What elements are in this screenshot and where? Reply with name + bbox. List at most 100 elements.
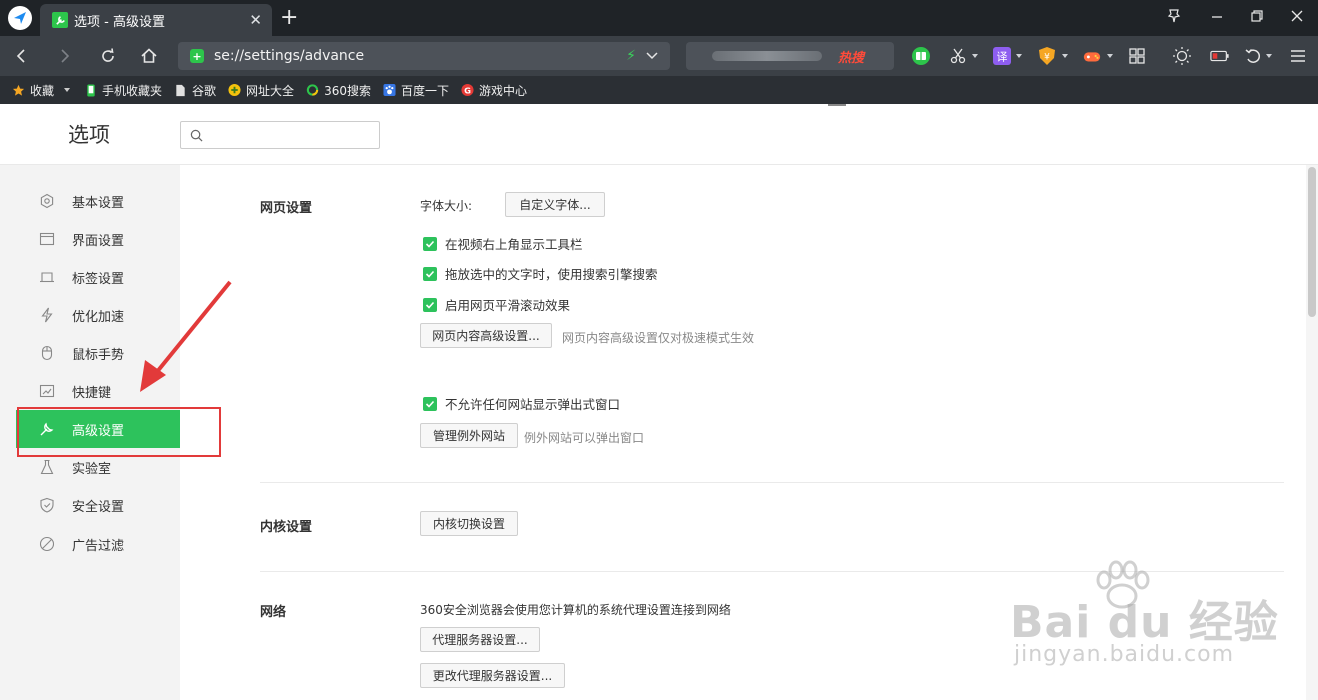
bookmark-game-center[interactable]: G 游戏中心 bbox=[461, 82, 527, 99]
chevron-down-icon[interactable] bbox=[646, 49, 658, 64]
active-tab[interactable]: 选项 - 高级设置 ✕ bbox=[40, 4, 272, 36]
tab-close-icon[interactable]: ✕ bbox=[249, 12, 262, 28]
bookmark-favorites[interactable]: 收藏 bbox=[12, 82, 71, 99]
watermark-url: jingyan.baidu.com bbox=[1014, 642, 1235, 667]
change-proxy-settings-button[interactable]: 更改代理服务器设置... bbox=[420, 663, 565, 688]
bookmark-hao360[interactable]: 网址大全 bbox=[228, 82, 294, 99]
sidebar-item-mouse-gesture[interactable]: 鼠标手势 bbox=[0, 334, 180, 372]
sidebar-item-shortcuts[interactable]: 快捷键 bbox=[0, 372, 180, 410]
checkbox-block-popups[interactable]: 不允许任何网站显示弹出式窗口 bbox=[423, 394, 620, 413]
bookmark-360-search[interactable]: 360搜索 bbox=[306, 82, 371, 99]
caret-down-icon[interactable] bbox=[64, 88, 71, 92]
checkbox-label: 启用网页平滑滚动效果 bbox=[445, 298, 571, 313]
keyboard-icon bbox=[39, 383, 55, 399]
translate-icon[interactable]: 译 bbox=[992, 46, 1012, 66]
sidebar-item-label: 基本设置 bbox=[72, 195, 125, 211]
scrollbar-thumb[interactable] bbox=[1308, 167, 1316, 317]
search-ring-icon bbox=[306, 84, 319, 97]
bookmark-baidu[interactable]: 百度一下 bbox=[383, 82, 449, 99]
screenshot-scissors-icon[interactable] bbox=[948, 46, 968, 66]
checkbox-checked-icon[interactable] bbox=[423, 396, 437, 411]
manage-exceptions-button[interactable]: 管理例外网站 bbox=[420, 423, 518, 448]
checkbox-label: 拖放选中的文字时，使用搜索引擎搜索 bbox=[445, 267, 658, 282]
advanced-content-settings-button[interactable]: 网页内容高级设置... bbox=[420, 323, 552, 348]
lightning-icon bbox=[39, 307, 55, 323]
settings-search-input[interactable] bbox=[180, 121, 380, 149]
bookmark-mobile-favorites[interactable]: 手机收藏夹 bbox=[84, 82, 162, 99]
svg-text:¥: ¥ bbox=[1044, 53, 1050, 63]
section-title-webpage: 网页设置 bbox=[260, 201, 313, 216]
minimize-icon[interactable] bbox=[1210, 8, 1224, 30]
sidebar-item-label: 快捷键 bbox=[72, 385, 112, 401]
checkbox-drag-search[interactable]: 拖放选中的文字时，使用搜索引擎搜索 bbox=[423, 264, 658, 283]
wallet-shield-icon[interactable]: ¥ bbox=[1037, 46, 1057, 66]
sidebar-item-interface[interactable]: 界面设置 bbox=[0, 220, 180, 258]
checkbox-smooth-scroll[interactable]: 启用网页平滑滚动效果 bbox=[423, 295, 570, 314]
custom-font-button[interactable]: 自定义字体... bbox=[505, 192, 605, 217]
pin-icon[interactable] bbox=[1166, 8, 1182, 30]
checkbox-checked-icon[interactable] bbox=[423, 297, 437, 312]
sidebar-item-label: 广告过滤 bbox=[72, 538, 125, 554]
sidebar-item-label: 界面设置 bbox=[72, 233, 125, 249]
close-window-icon[interactable] bbox=[1290, 8, 1304, 30]
plus-circle-icon bbox=[228, 83, 241, 97]
brightness-icon[interactable] bbox=[1172, 46, 1192, 66]
tab-icon bbox=[39, 269, 55, 285]
sidebar-item-optimize[interactable]: 优化加速 bbox=[0, 296, 180, 334]
checkbox-checked-icon[interactable] bbox=[423, 236, 437, 251]
apps-grid-icon[interactable] bbox=[1127, 46, 1147, 66]
browser-logo-icon[interactable] bbox=[8, 6, 32, 30]
caret-down-icon[interactable] bbox=[1266, 54, 1272, 58]
svg-text:译: 译 bbox=[997, 51, 1008, 64]
home-icon[interactable] bbox=[137, 44, 161, 68]
new-tab-icon[interactable]: + bbox=[280, 7, 298, 29]
hot-search-label[interactable]: 热搜 bbox=[838, 47, 864, 66]
checkbox-label: 在视频右上角显示工具栏 bbox=[445, 237, 583, 252]
refresh-icon[interactable] bbox=[96, 44, 120, 68]
undo-close-tab-icon[interactable] bbox=[1243, 46, 1263, 66]
phone-icon bbox=[84, 83, 97, 97]
checkbox-checked-icon[interactable] bbox=[423, 266, 437, 281]
network-description: 360安全浏览器会使用您计算机的系统代理设置连接到网络 bbox=[420, 603, 731, 617]
speed-mode-icon[interactable]: ⚡ bbox=[626, 48, 636, 64]
block-icon bbox=[39, 536, 55, 552]
caret-down-icon[interactable] bbox=[1016, 54, 1022, 58]
sidebar-item-ad-filter[interactable]: 广告过滤 bbox=[0, 525, 180, 563]
reader-icon[interactable] bbox=[911, 46, 931, 66]
paw-icon bbox=[383, 83, 396, 97]
search-icon bbox=[190, 129, 203, 142]
caret-down-icon[interactable] bbox=[1107, 54, 1113, 58]
proxy-settings-button[interactable]: 代理服务器设置... bbox=[420, 627, 540, 652]
menu-icon[interactable] bbox=[1288, 46, 1308, 66]
sidebar-item-security[interactable]: 安全设置 bbox=[0, 486, 180, 524]
baidu-jingyan-watermark: Bai du 经验 jingyan.baidu.com bbox=[1010, 560, 1310, 680]
forward-icon[interactable] bbox=[52, 44, 76, 68]
address-bar[interactable]: + se://settings/advance ⚡ bbox=[178, 42, 670, 70]
bookmark-label: 谷歌 bbox=[192, 83, 217, 98]
page-title: 选项 bbox=[68, 123, 110, 147]
kernel-switch-button[interactable]: 内核切换设置 bbox=[420, 511, 518, 536]
search-box[interactable]: 热搜 bbox=[686, 42, 894, 70]
game-g-icon: G bbox=[461, 83, 474, 97]
sidebar-item-tabs[interactable]: 标签设置 bbox=[0, 258, 180, 296]
checkbox-video-toolbar[interactable]: 在视频右上角显示工具栏 bbox=[423, 234, 583, 253]
sidebar-item-basic[interactable]: 基本设置 bbox=[0, 182, 180, 220]
gamepad-icon[interactable] bbox=[1082, 46, 1102, 66]
font-size-label: 字体大小: bbox=[420, 199, 473, 213]
battery-icon[interactable] bbox=[1210, 46, 1230, 66]
wrench-favicon-icon bbox=[52, 12, 68, 28]
sidebar-item-label: 鼠标手势 bbox=[72, 347, 125, 363]
sidebar-item-label: 标签设置 bbox=[72, 271, 125, 287]
sidebar-item-label: 安全设置 bbox=[72, 499, 125, 515]
url-text: se://settings/advance bbox=[214, 48, 365, 64]
caret-down-icon[interactable] bbox=[972, 54, 978, 58]
back-icon[interactable] bbox=[10, 44, 34, 68]
restore-icon[interactable] bbox=[1250, 8, 1264, 30]
bookmark-google[interactable]: 谷歌 bbox=[174, 82, 216, 99]
navigation-bar: + se://settings/advance ⚡ 热搜 译 ¥ bbox=[0, 36, 1318, 76]
search-suggestion-blurred bbox=[712, 51, 822, 61]
page-icon bbox=[174, 84, 187, 97]
caret-down-icon[interactable] bbox=[1062, 54, 1068, 58]
manage-exceptions-hint: 例外网站可以弹出窗口 bbox=[524, 431, 645, 445]
flask-icon bbox=[39, 459, 55, 475]
